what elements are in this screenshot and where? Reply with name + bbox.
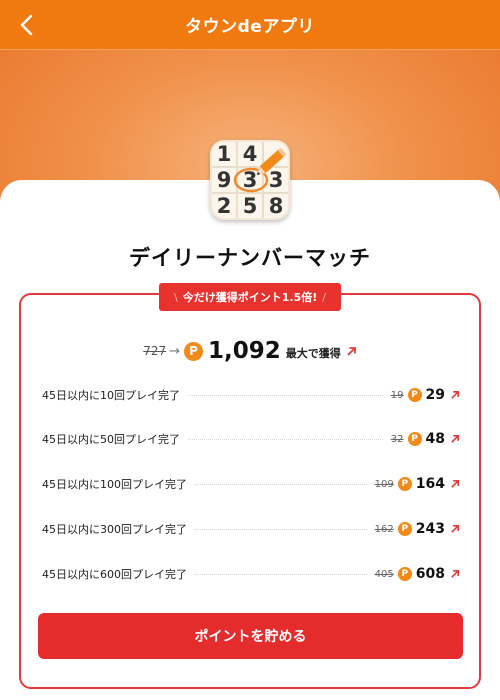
point-coin-icon: P	[397, 567, 412, 581]
arrow-up-right-icon	[451, 391, 459, 399]
point-coin-icon: P	[184, 341, 204, 361]
mission-label: 45日以内に600回プレイ完了	[42, 568, 187, 581]
mission-old-points: 162	[374, 523, 394, 535]
slash-decoration: /	[322, 290, 326, 304]
arrow-up-right-icon	[451, 480, 459, 488]
mission-new-points: 608	[415, 566, 445, 582]
mission-label: 45日以内に300回プレイ完了	[42, 523, 187, 536]
mission-row: 45日以内に600回プレイ完了 405 P 608	[42, 564, 460, 584]
mission-row: 45日以内に300回プレイ完了 162 P 243	[42, 519, 460, 539]
mission-row: 45日以内に50回プレイ完了 32 P 48	[42, 429, 460, 449]
point-coin-icon: P	[397, 522, 412, 536]
summary-old-points: 727	[143, 344, 167, 358]
points-summary: 727 → P 1,092 最大で獲得	[0, 337, 500, 365]
mission-old-points: 32	[390, 433, 404, 445]
point-coin-icon: P	[407, 388, 422, 402]
page-title: タウンdeアプリ	[185, 17, 315, 37]
point-coin-icon: P	[407, 432, 422, 446]
mission-new-points: 29	[425, 387, 445, 403]
back-button[interactable]	[10, 8, 44, 42]
app-icon: 1 4 9 3 3 2 5 8	[210, 140, 290, 220]
arrow-up-right-icon	[347, 346, 356, 356]
slash-decoration: \	[174, 290, 178, 304]
mission-old-points: 405	[374, 568, 394, 580]
mission-new-points: 243	[415, 521, 445, 537]
mission-label: 45日以内に10回プレイ完了	[42, 389, 180, 402]
promo-text: 今だけ獲得ポイント1.5倍!	[182, 291, 318, 304]
chevron-left-icon	[20, 14, 33, 36]
promo-badge: \ 今だけ獲得ポイント1.5倍! /	[159, 283, 341, 311]
summary-suffix: 最大で獲得	[285, 347, 341, 360]
top-bar: タウンdeアプリ	[0, 0, 500, 50]
mission-new-points: 48	[425, 431, 445, 447]
dotted-leader	[195, 573, 367, 575]
mission-new-points: 164	[415, 476, 445, 492]
mission-old-points: 19	[390, 389, 404, 401]
mission-row: 45日以内に10回プレイ完了 19 P 29	[42, 385, 460, 405]
mission-old-points: 109	[374, 478, 394, 490]
point-coin-icon: P	[397, 477, 412, 491]
mission-label: 45日以内に100回プレイ完了	[42, 478, 187, 491]
mission-label: 45日以内に50回プレイ完了	[42, 433, 180, 446]
dotted-leader	[188, 394, 383, 396]
dotted-leader	[195, 483, 367, 485]
pencil-circle-icon	[233, 147, 287, 193]
mission-row: 45日以内に100回プレイ完了 109 P 164	[42, 474, 460, 494]
dotted-leader	[195, 528, 367, 530]
arrow-up-right-icon	[451, 435, 459, 443]
summary-points: 1,092	[208, 338, 281, 364]
app-name: デイリーナンバーマッチ	[129, 246, 371, 270]
arrow-up-right-icon	[451, 525, 459, 533]
earn-points-button[interactable]: ポイントを貯める	[38, 613, 463, 659]
arrow-up-right-icon	[451, 570, 459, 578]
dotted-leader	[188, 438, 383, 440]
arrow-right-icon: →	[169, 343, 181, 359]
